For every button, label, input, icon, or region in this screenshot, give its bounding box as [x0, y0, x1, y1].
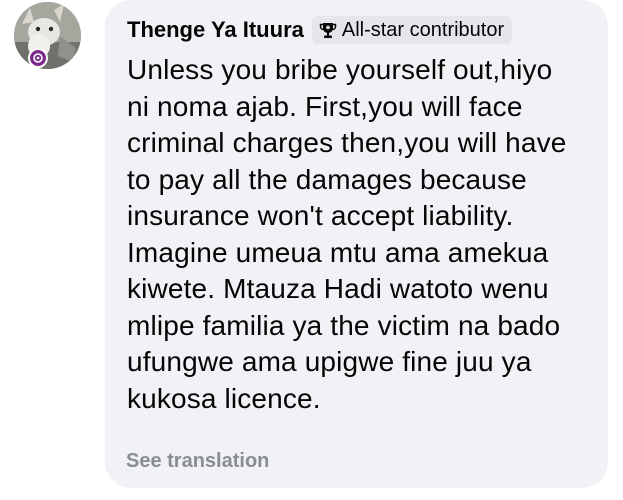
comment-line: Imagine umeua mtu ama amekua [127, 236, 549, 268]
badge-label: All-star contributor [341, 18, 505, 41]
comment-screen: Thenge Ya Ituura All-star contributor Un… [0, 0, 623, 500]
comment-line: ni noma ajab. First,you will face [127, 90, 523, 122]
trophy-icon [319, 23, 337, 38]
comment-text: Unless you bribe yourself out,hiyo ni no… [127, 52, 594, 417]
comment-line: kiwete. Mtauza Hadi watoto wenu [127, 273, 549, 304]
comment-line: Unless you bribe yourself out,hiyo [127, 54, 553, 85]
comment-bubble: Thenge Ya Ituura All-star contributor Un… [105, 0, 608, 488]
author-name[interactable]: Thenge Ya Ituura [127, 17, 304, 43]
see-translation-link[interactable]: See translation [126, 450, 269, 473]
comment-line: mlipe familia ya the victim na bado [127, 309, 561, 341]
comment-line: to pay all the damages because [127, 163, 527, 195]
contributor-badge[interactable]: All-star contributor [311, 16, 513, 44]
comment-line: ufungwe ama upigwe fine juu ya [127, 346, 532, 377]
comment-line: kukosa licence. [127, 382, 321, 414]
comment-line: insurance won't accept liability. [127, 200, 514, 231]
comment-header: Thenge Ya Ituura All-star contributor [127, 14, 594, 46]
comment-line: criminal charges then,you will have [127, 127, 567, 158]
community-badge-icon [28, 48, 48, 68]
